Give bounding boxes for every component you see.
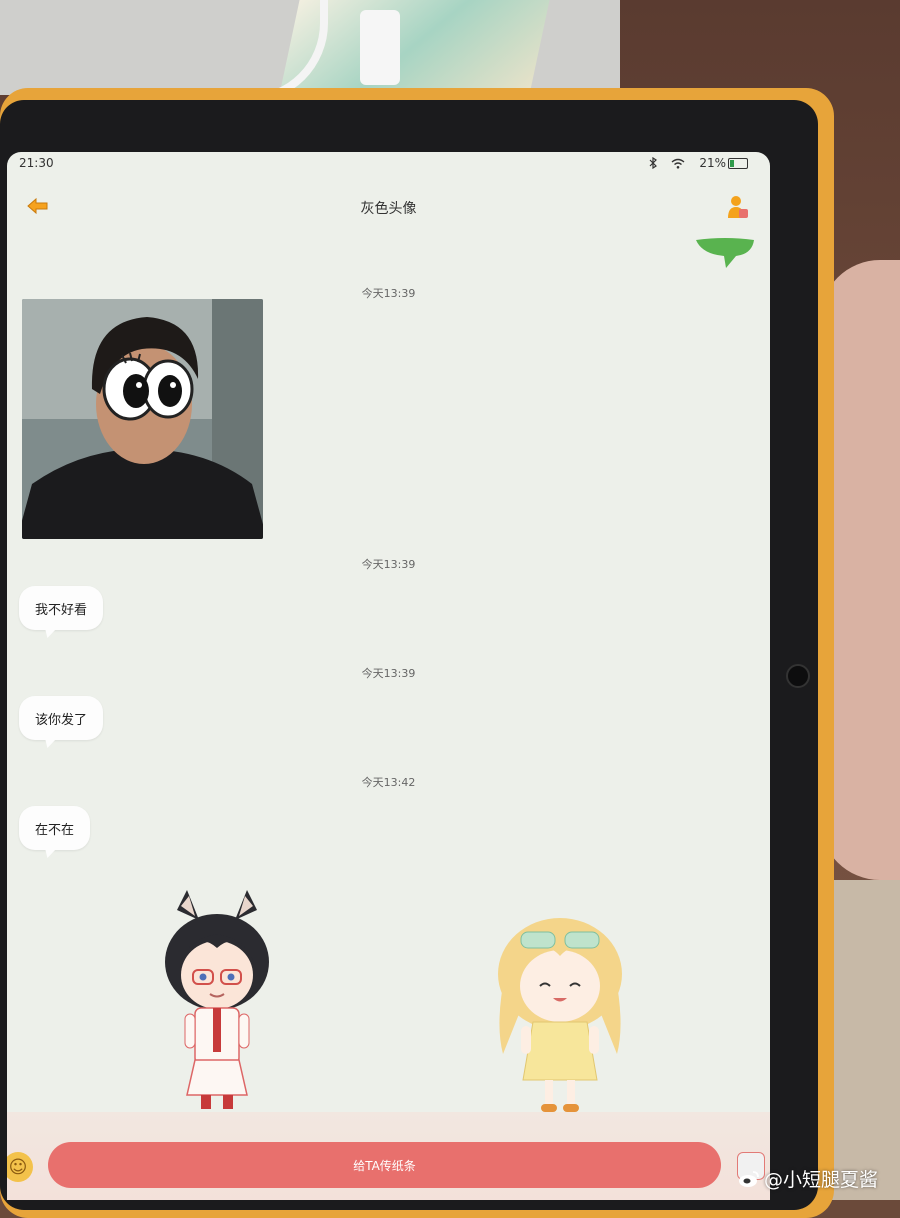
status-time: 21:30 — [19, 156, 54, 170]
chat-header: 灰色头像 — [7, 188, 770, 228]
camera-icon — [786, 664, 810, 688]
message-bubble[interactable]: 我不好看 — [19, 586, 104, 630]
status-bubble-icon[interactable] — [696, 238, 754, 268]
send-note-button[interactable]: 给TA传纸条 — [48, 1142, 721, 1188]
tablet-screen: 21:30 21% 灰色头像 今天13:39 今天13:39 我不好看 今天13… — [7, 152, 770, 1200]
chat-title: 灰色头像 — [360, 201, 417, 217]
weibo-icon — [739, 1170, 759, 1187]
background-plug — [360, 10, 400, 85]
message-text: 在不在 — [35, 822, 75, 838]
message-text: 该你发了 — [35, 712, 88, 728]
battery-icon — [728, 157, 748, 169]
battery-status: 21% — [699, 156, 748, 170]
message-bubble[interactable]: 在不在 — [19, 806, 91, 850]
message-bubble[interactable]: 该你发了 — [19, 696, 104, 740]
send-note-label: 给TA传纸条 — [353, 1158, 416, 1173]
girl-avatar[interactable] — [485, 904, 635, 1119]
boy-avatar[interactable] — [147, 890, 287, 1115]
bluetooth-icon — [649, 157, 658, 169]
watermark: @小短腿夏酱 — [738, 1165, 878, 1192]
message-timestamp: 今天13:39 — [361, 667, 416, 680]
message-timestamp: 今天13:42 — [361, 776, 416, 789]
status-bar: 21:30 21% — [7, 152, 770, 178]
wifi-icon — [671, 158, 685, 169]
message-timestamp: 今天13:39 — [361, 558, 416, 571]
photo-message[interactable] — [22, 299, 263, 539]
battery-percent: 21% — [699, 156, 726, 170]
profile-icon[interactable] — [726, 194, 750, 220]
photo-image — [22, 299, 263, 539]
watermark-text: @小短腿夏酱 — [764, 1169, 879, 1191]
status-icons: 21% — [649, 156, 748, 170]
message-text: 我不好看 — [35, 602, 88, 618]
